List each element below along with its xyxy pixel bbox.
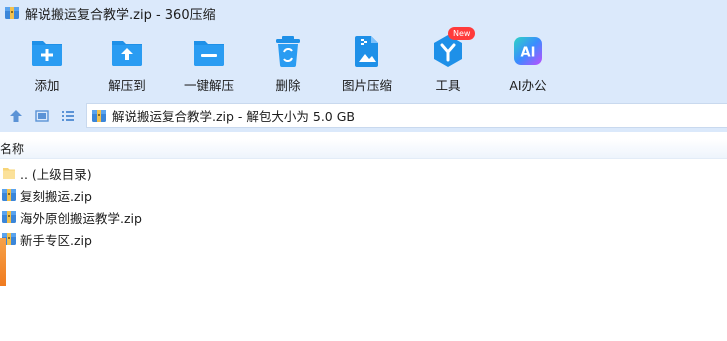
thumbnail-view-icon[interactable] bbox=[35, 109, 49, 123]
address-text: 解说搬运复合教学.zip - 解包大小为 5.0 GB bbox=[112, 109, 355, 124]
add-button[interactable]: 添加 bbox=[2, 33, 92, 95]
list-item[interactable]: 复刻搬运.zip bbox=[0, 184, 727, 206]
image-compress-label: 图片压缩 bbox=[341, 78, 392, 93]
extract-to-icon bbox=[112, 41, 142, 66]
main-toolbar: 添加 解压到 一键解压 删除 图片压缩 New 工具 AI AI办公 bbox=[0, 26, 727, 100]
recycle-bin-icon bbox=[276, 36, 300, 67]
ai-office-label: AI办公 bbox=[509, 78, 547, 93]
zip-archive-icon bbox=[2, 211, 16, 223]
tools-label: 工具 bbox=[435, 78, 461, 93]
address-bar-row: 解说搬运复合教学.zip - 解包大小为 5.0 GB bbox=[0, 100, 727, 132]
image-compress-icon bbox=[355, 36, 378, 67]
title-bar: 解说搬运复合教学.zip - 360压缩 bbox=[0, 0, 727, 26]
file-name: .. (上级目录) bbox=[20, 166, 92, 182]
delete-label: 删除 bbox=[275, 78, 301, 93]
list-item[interactable]: .. (上级目录) bbox=[0, 162, 727, 184]
ai-office-icon: AI bbox=[514, 37, 542, 65]
address-field[interactable]: 解说搬运复合教学.zip - 解包大小为 5.0 GB bbox=[86, 103, 727, 128]
zip-archive-icon bbox=[2, 189, 16, 201]
one-click-extract-icon bbox=[194, 41, 224, 66]
file-name: 新手专区.zip bbox=[20, 232, 92, 248]
file-name: 复刻搬运.zip bbox=[20, 188, 92, 204]
column-header: 名称 bbox=[0, 139, 727, 159]
delete-button[interactable]: 删除 bbox=[243, 33, 333, 95]
list-item[interactable]: 海外原创搬运教学.zip bbox=[0, 206, 727, 228]
new-badge: New bbox=[448, 27, 476, 40]
image-compress-button[interactable]: 图片压缩 bbox=[322, 33, 412, 95]
tools-button[interactable]: New 工具 bbox=[403, 27, 493, 95]
ai-icon-text: AI bbox=[521, 46, 536, 61]
list-view-icon[interactable] bbox=[61, 109, 75, 123]
zip-archive-icon bbox=[5, 7, 19, 19]
add-label: 添加 bbox=[34, 78, 60, 93]
tools-icon-wrap: New bbox=[430, 27, 476, 69]
file-name: 海外原创搬运教学.zip bbox=[20, 210, 142, 226]
column-name-header[interactable]: 名称 bbox=[0, 140, 24, 157]
ai-office-button[interactable]: AI AI办公 bbox=[483, 33, 573, 95]
one-click-extract-button[interactable]: 一键解压 bbox=[164, 33, 254, 95]
extract-to-button[interactable]: 解压到 bbox=[82, 33, 172, 95]
zip-archive-icon bbox=[92, 109, 106, 122]
up-arrow-icon[interactable] bbox=[9, 109, 23, 123]
side-accent-strip bbox=[0, 238, 6, 286]
add-folder-icon bbox=[32, 41, 62, 66]
parent-folder-icon bbox=[3, 168, 15, 179]
extract-to-label: 解压到 bbox=[108, 78, 146, 93]
list-item[interactable]: 新手专区.zip bbox=[0, 228, 727, 250]
window-title: 解说搬运复合教学.zip - 360压缩 bbox=[25, 7, 216, 23]
one-click-extract-label: 一键解压 bbox=[183, 78, 234, 93]
